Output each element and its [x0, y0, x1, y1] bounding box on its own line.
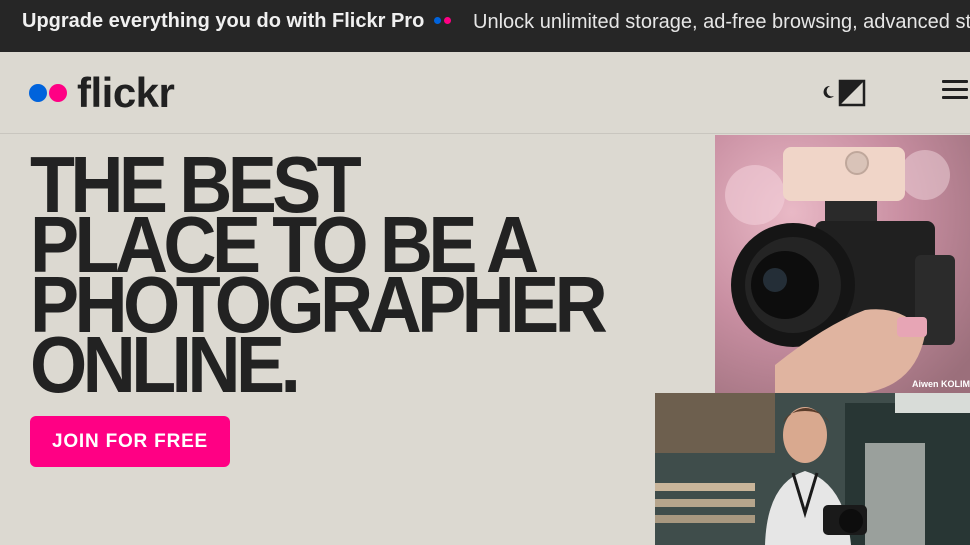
photographer-photo	[655, 393, 970, 545]
photographer-illustration	[655, 393, 970, 545]
promo-banner[interactable]: Upgrade everything you do with Flickr Pr…	[0, 0, 970, 52]
site-header: flickr	[0, 52, 970, 134]
flickr-logo[interactable]: flickr	[29, 69, 175, 116]
flickr-dots-icon	[434, 17, 454, 27]
hero-line-4: ONLINE.	[30, 320, 301, 409]
hero-headline: THE BEST PLACE TO BE A PHOTOGRAPHER ONLI…	[30, 145, 690, 409]
photo-credit: Aiwen KOLIM	[912, 379, 970, 389]
theme-toggle-button[interactable]	[820, 79, 868, 107]
camera-illustration	[715, 135, 970, 393]
promo-text: Unlock unlimited storage, ad-free browsi…	[473, 11, 970, 33]
camera-photo: Aiwen KOLIM	[715, 135, 970, 393]
logo-text: flickr	[77, 69, 175, 116]
promo-title[interactable]: Upgrade everything you do with Flickr Pr…	[22, 10, 424, 33]
join-for-free-button[interactable]: JOIN FOR FREE	[30, 416, 230, 467]
hamburger-menu-icon[interactable]	[942, 80, 968, 102]
theme-toggle-icon	[823, 79, 866, 107]
logo-dots-icon	[29, 84, 69, 102]
